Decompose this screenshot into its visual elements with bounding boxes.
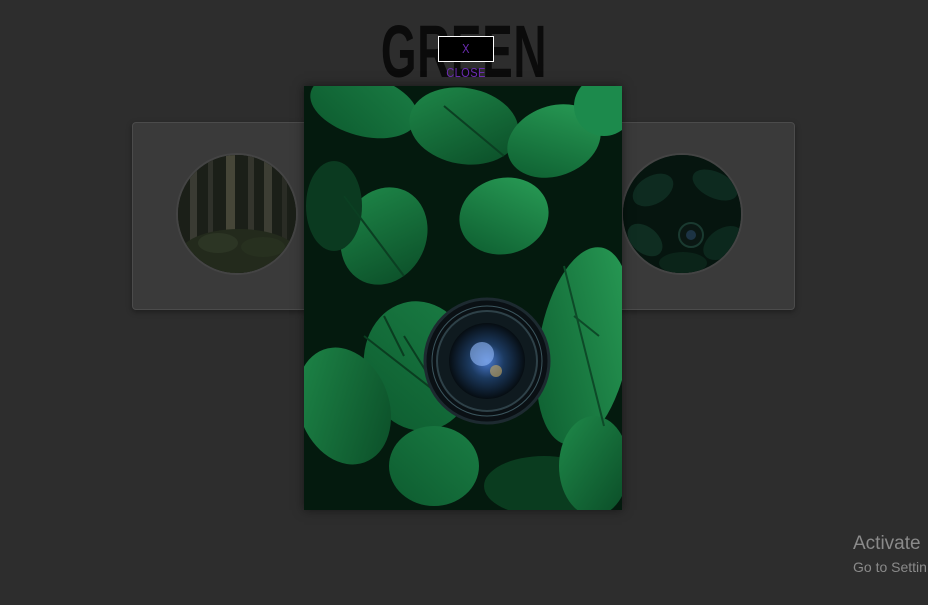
activate-windows-title: Activate	[853, 533, 921, 554]
leaves-photo-icon	[623, 155, 741, 273]
close-button[interactable]: X CLOSE	[438, 36, 494, 80]
thumbnail-forest[interactable]	[176, 153, 298, 275]
modal-image	[304, 86, 622, 510]
leaves-camera-lens-photo-icon	[304, 86, 622, 510]
close-button-label: X CLOSE	[446, 41, 486, 80]
thumbnail-leaves[interactable]	[621, 153, 743, 275]
activate-windows-subtitle: Go to Settin	[853, 559, 927, 575]
forest-photo-icon	[178, 155, 296, 273]
